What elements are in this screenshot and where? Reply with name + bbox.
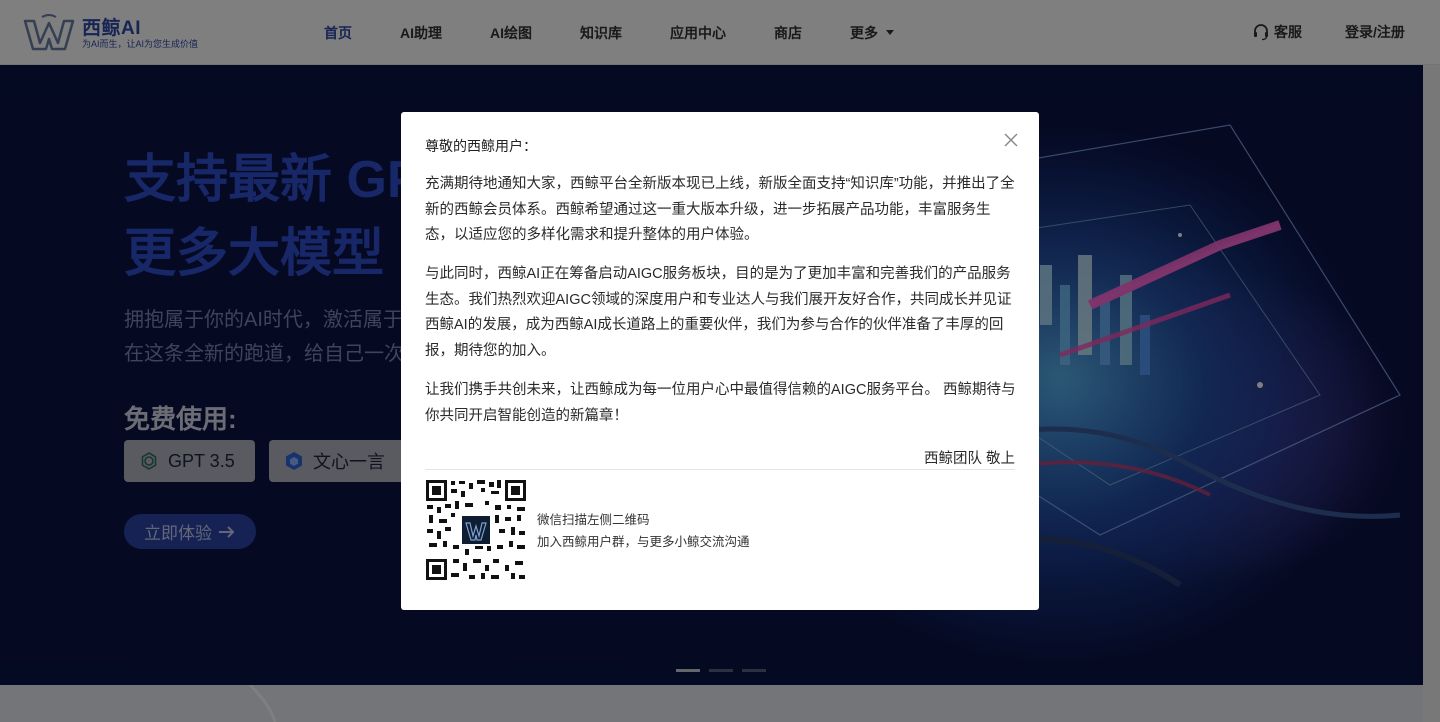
dialog-signature: 西鲸团队 敬上 xyxy=(923,451,1015,467)
qr-instructions: 微信扫描左侧二维码 加入西鲸用户群，与更多小鲸交流沟通 xyxy=(537,509,750,553)
dialog-paragraph: 充满期待地通知大家，西鲸平台全新版本现已上线，新版全面支持“知识库”功能，并推出… xyxy=(425,176,1015,243)
dialog-paragraph: 让我们携手共创未来，让西鲸成为每一位用户心中最值得信赖的AIGC服务平台。 西鲸… xyxy=(425,382,1016,424)
dialog-greeting: 尊敬的西鲸用户： xyxy=(425,138,537,154)
close-icon[interactable] xyxy=(1003,132,1019,148)
qr-line1: 微信扫描左侧二维码 xyxy=(537,513,650,527)
announcement-dialog: 尊敬的西鲸用户： 充满期待地通知大家，西鲸平台全新版本现已上线，新版全面支持“知… xyxy=(401,112,1039,610)
dialog-paragraph: 与此同时，西鲸AI正在筹备启动AIGC服务板块，目的是为了更加丰富和完善我们的产… xyxy=(425,266,1012,359)
qr-line2: 加入西鲸用户群，与更多小鲸交流沟通 xyxy=(537,535,750,549)
dialog-divider xyxy=(425,469,1015,470)
wechat-qr-code xyxy=(425,479,527,581)
